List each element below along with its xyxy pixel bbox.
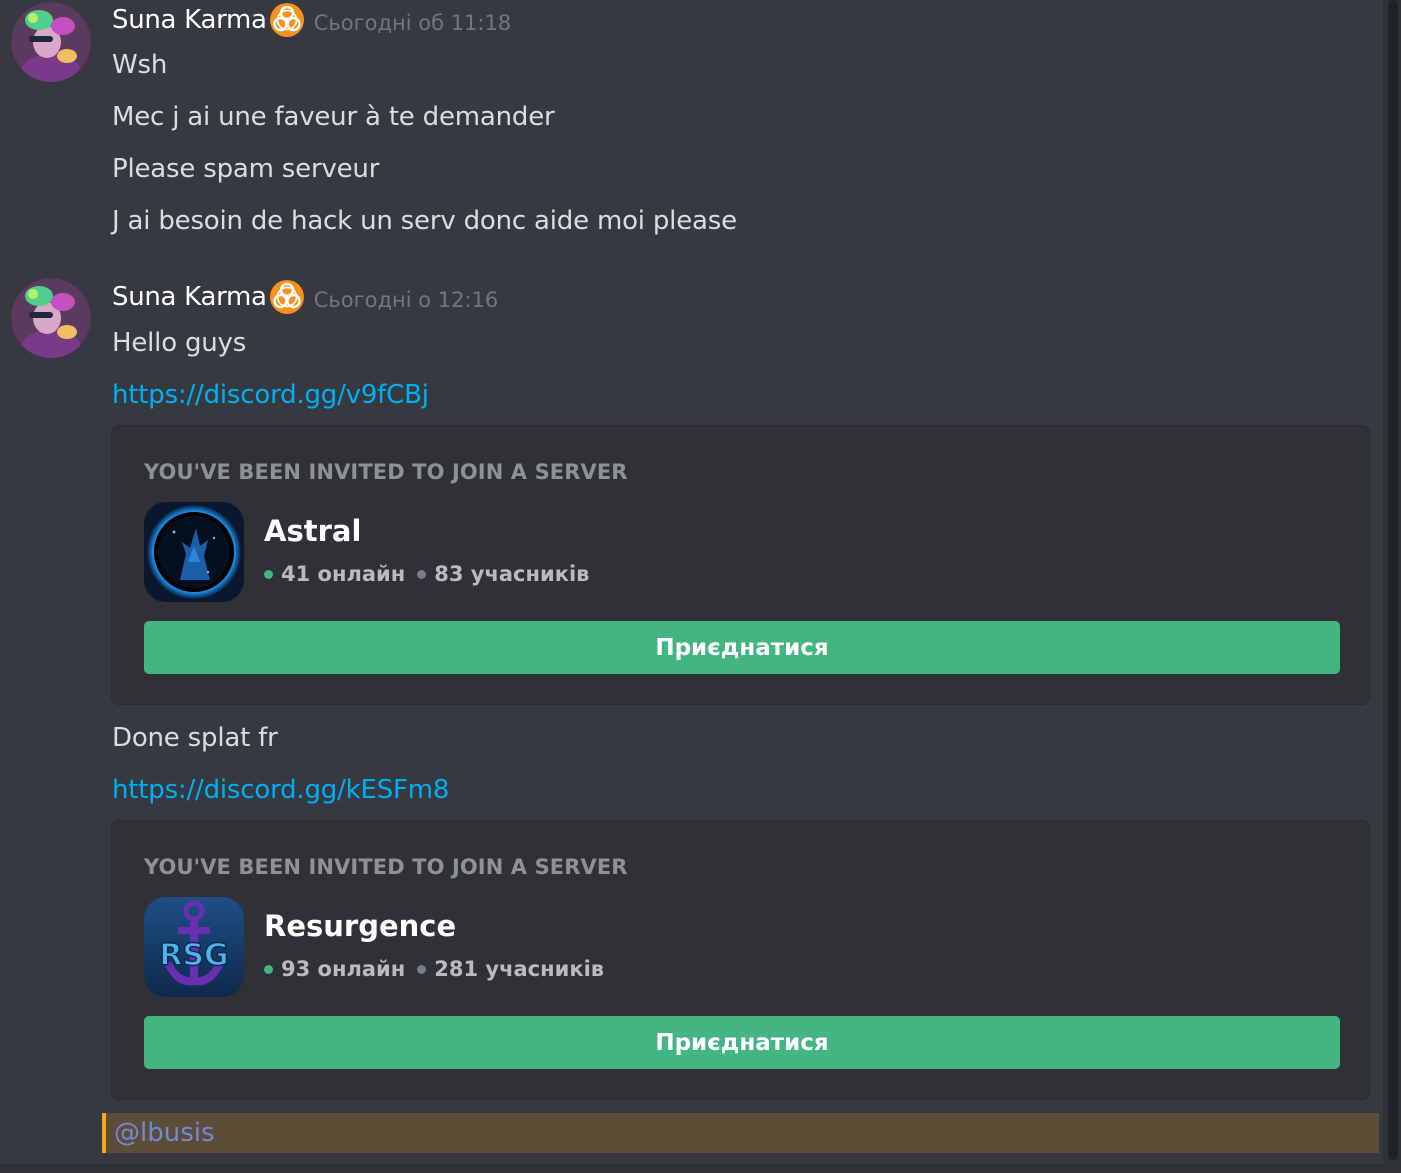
message-text: Mec j ai une faveur à te demander bbox=[112, 102, 555, 132]
member-count: 281 учасників bbox=[434, 957, 605, 981]
user-mention[interactable]: @lbusis bbox=[114, 1117, 215, 1149]
message-author-row: Suna Karma Сьогодні об 11:18 bbox=[112, 2, 511, 38]
message-author-row: Suna Karma Сьогодні о 12:16 bbox=[112, 279, 498, 315]
members-dot-icon bbox=[417, 569, 427, 579]
online-dot-icon bbox=[264, 569, 273, 579]
message-text: Done splat fr bbox=[112, 723, 278, 753]
server-name: Astral bbox=[264, 514, 362, 548]
join-server-button[interactable]: Приєднатися bbox=[144, 1016, 1340, 1069]
online-count: 93 онлайн bbox=[281, 957, 406, 981]
server-stats: 93 онлайн 281 учасників bbox=[264, 957, 604, 981]
invite-header: YOU'VE BEEN INVITED TO JOIN A SERVER bbox=[144, 460, 628, 484]
server-name: Resurgence bbox=[264, 909, 457, 943]
biohazard-icon bbox=[269, 279, 305, 315]
server-invite-card: YOU'VE BEEN INVITED TO JOIN A SERVER Ast… bbox=[111, 425, 1370, 705]
join-server-button[interactable]: Приєднатися bbox=[144, 621, 1340, 674]
server-stats: 41 онлайн 83 учасників bbox=[264, 562, 589, 586]
invite-link[interactable]: https://discord.gg/v9fCBj bbox=[112, 379, 429, 411]
member-count: 83 учасників bbox=[434, 562, 590, 586]
mention-highlight: @lbusis bbox=[102, 1113, 1379, 1153]
user-avatar[interactable] bbox=[11, 2, 91, 82]
server-icon[interactable] bbox=[144, 502, 244, 602]
scrollbar-thumb[interactable] bbox=[1388, 0, 1398, 1160]
invite-link[interactable]: https://discord.gg/kESFm8 bbox=[112, 774, 449, 806]
online-dot-icon bbox=[264, 964, 273, 974]
message-text: J ai besoin de hack un serv donc aide mo… bbox=[112, 206, 737, 236]
username[interactable]: Suna Karma bbox=[112, 5, 267, 35]
message-text: Hello guys bbox=[112, 328, 247, 358]
svg-text:RSG: RSG bbox=[159, 938, 228, 973]
biohazard-icon bbox=[269, 2, 305, 38]
members-dot-icon bbox=[417, 964, 427, 974]
online-count: 41 онлайн bbox=[281, 562, 406, 586]
message-timestamp[interactable]: Сьогодні о 12:16 bbox=[314, 288, 499, 312]
message-timestamp[interactable]: Сьогодні об 11:18 bbox=[314, 11, 512, 35]
message-text: Please spam serveur bbox=[112, 154, 380, 184]
bottom-divider bbox=[0, 1164, 1401, 1173]
message-text: Wsh bbox=[112, 50, 168, 80]
server-icon[interactable]: RSG bbox=[144, 897, 244, 997]
server-invite-card: YOU'VE BEEN INVITED TO JOIN A SERVER RSG… bbox=[111, 820, 1370, 1100]
user-avatar[interactable] bbox=[11, 278, 91, 358]
invite-header: YOU'VE BEEN INVITED TO JOIN A SERVER bbox=[144, 855, 628, 879]
username[interactable]: Suna Karma bbox=[112, 282, 267, 312]
